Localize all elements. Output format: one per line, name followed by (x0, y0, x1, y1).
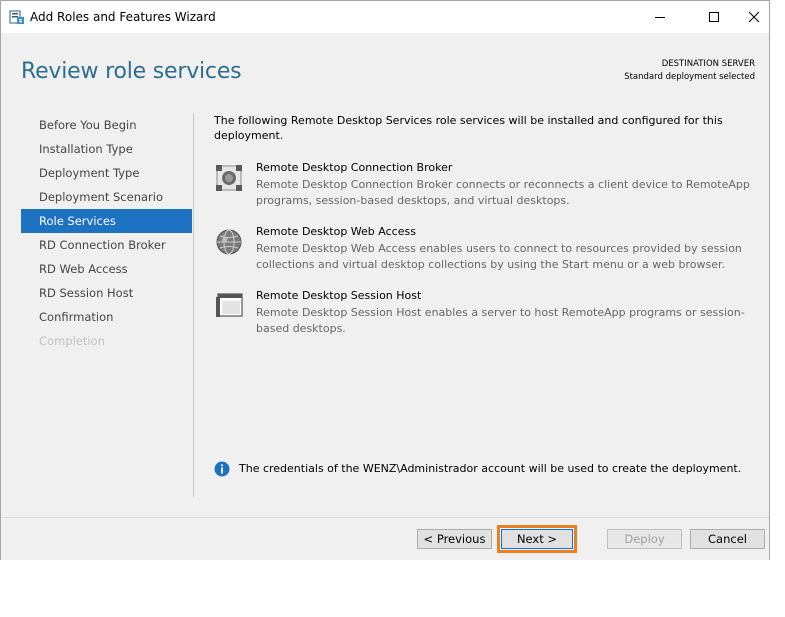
service-name: Remote Desktop Web Access (256, 225, 416, 238)
nav-item-before-you-begin[interactable]: Before You Begin (21, 113, 192, 137)
service-name: Remote Desktop Session Host (256, 289, 422, 302)
destination-server-label: DESTINATION SERVER (661, 59, 755, 69)
nav-divider (193, 113, 194, 497)
nav-item-role-services[interactable]: Role Services (21, 209, 192, 233)
next-button[interactable]: Next > (497, 525, 577, 553)
nav-item-rd-web-access[interactable]: RD Web Access (21, 257, 192, 281)
nav-item-confirmation[interactable]: Confirmation (21, 305, 192, 329)
wizard-steps-nav: Before You Begin Installation Type Deplo… (21, 113, 192, 353)
service-description: Remote Desktop Connection Broker connect… (256, 178, 750, 207)
minimize-button[interactable] (637, 1, 683, 33)
nav-item-deployment-scenario[interactable]: Deployment Scenario (21, 185, 192, 209)
previous-button[interactable]: < Previous (417, 529, 492, 549)
title-bar: Add Roles and Features Wizard (1, 1, 769, 33)
wizard-content: Review role services DESTINATION SERVER … (1, 33, 769, 517)
page-title: Review role services (21, 59, 242, 84)
nav-item-rd-connection-broker[interactable]: RD Connection Broker (21, 233, 192, 257)
web-access-icon (214, 227, 244, 257)
close-button[interactable] (731, 1, 777, 33)
destination-server-value: Standard deployment selected (624, 72, 755, 82)
cancel-button[interactable]: Cancel (690, 529, 765, 549)
info-icon (214, 461, 230, 477)
service-description: Remote Desktop Session Host enables a se… (256, 306, 745, 335)
wizard-footer: < Previous Next > Deploy Cancel (1, 518, 769, 560)
nav-item-installation-type[interactable]: Installation Type (21, 137, 192, 161)
server-manager-icon (9, 9, 25, 25)
wizard-window: Add Roles and Features Wizard Review rol… (0, 0, 770, 560)
session-host-icon (214, 291, 244, 321)
credentials-info-text: The credentials of the WENZ\Administrado… (239, 462, 742, 475)
nav-item-completion: Completion (39, 334, 105, 348)
deploy-button: Deploy (607, 529, 682, 549)
nav-item-deployment-type[interactable]: Deployment Type (21, 161, 192, 185)
service-description: Remote Desktop Web Access enables users … (256, 242, 742, 271)
connection-broker-icon (214, 163, 244, 193)
minimize-icon (655, 17, 665, 18)
window-title: Add Roles and Features Wizard (30, 10, 216, 24)
nav-item-rd-session-host[interactable]: RD Session Host (21, 281, 192, 305)
intro-text: The following Remote Desktop Services ro… (214, 114, 723, 142)
maximize-icon (709, 12, 719, 22)
service-name: Remote Desktop Connection Broker (256, 161, 453, 174)
close-icon (748, 11, 760, 23)
